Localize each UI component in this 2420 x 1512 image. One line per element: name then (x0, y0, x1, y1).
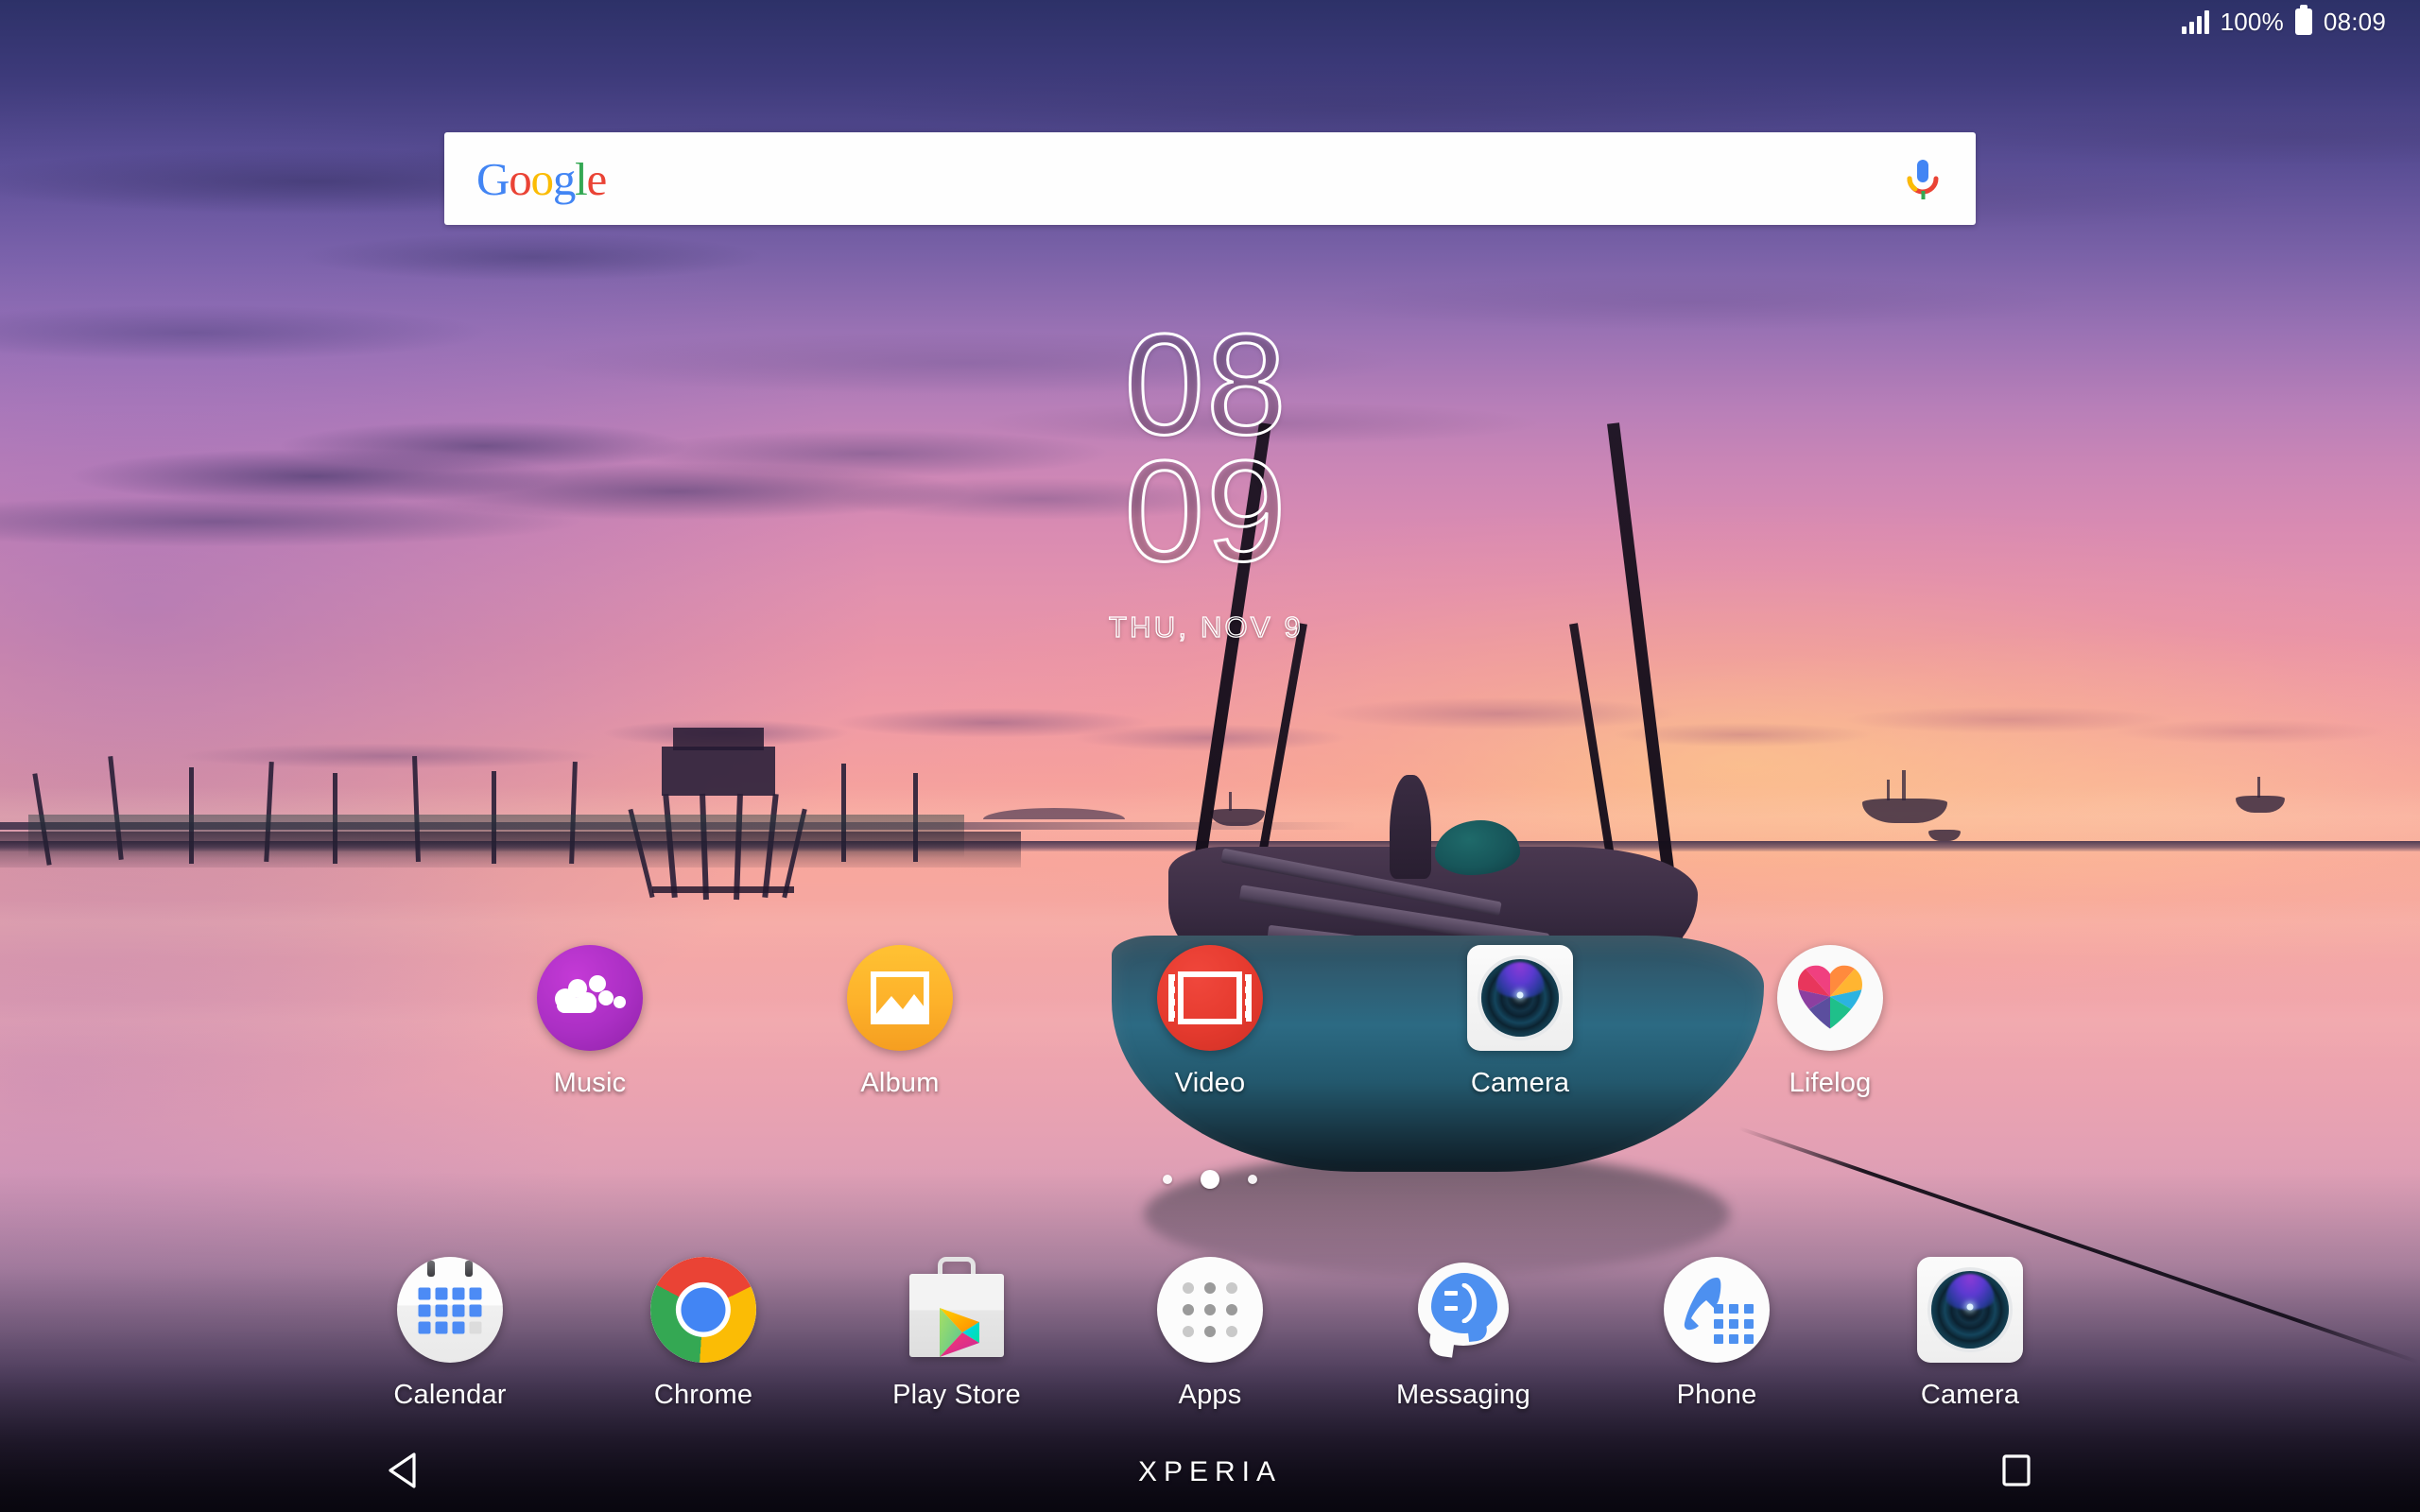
google-logo-letter: o (530, 152, 555, 205)
nav-brand-slot: XPERIA (806, 1456, 1613, 1488)
app-icon-camera[interactable]: Camera (1430, 945, 1610, 1099)
app-label: Play Store (892, 1380, 1021, 1410)
status-bar-clock: 08:09 (2323, 7, 2386, 36)
app-icon-lifelog[interactable]: Lifelog (1740, 945, 1920, 1099)
navigation-bar: XPERIA (0, 1433, 2420, 1512)
recents-square-icon[interactable] (2000, 1453, 2032, 1492)
xperia-wordmark: XPERIA (1137, 1456, 1283, 1487)
page-indicator[interactable] (0, 1170, 2420, 1189)
calendar-icon (397, 1257, 503, 1363)
message-bubble-icon (1410, 1257, 1516, 1363)
google-logo-letter: g (552, 152, 577, 205)
camera-lens-icon (1917, 1257, 2023, 1363)
dock-app-row: Calendar Chrome Play Store Apps Messagin… (0, 1257, 2420, 1411)
lifelog-heart-icon (1777, 945, 1883, 1051)
app-label: Phone (1676, 1380, 1757, 1410)
nav-back-slot (0, 1452, 806, 1494)
play-store-bag-icon (904, 1257, 1010, 1363)
google-search-widget[interactable]: Google (444, 132, 1976, 225)
home-screen: 100% 08:09 Google 08 09 THU, NOV 9 (0, 0, 2420, 1512)
walkman-music-icon (537, 945, 643, 1051)
app-icon-phone[interactable]: Phone (1627, 1257, 1806, 1411)
app-icon-messaging[interactable]: Messaging (1374, 1257, 1553, 1411)
google-logo-letter: o (509, 152, 532, 205)
camera-lens-icon (1467, 945, 1573, 1051)
google-logo-letter: l (575, 152, 588, 205)
app-label: Camera (1470, 1068, 1570, 1098)
app-label: Chrome (653, 1380, 753, 1410)
chrome-browser-icon (650, 1257, 756, 1363)
app-label: Calendar (393, 1380, 507, 1410)
signal-bars-icon (2181, 9, 2209, 34)
page-dot[interactable] (1163, 1175, 1172, 1184)
app-label: Camera (1920, 1380, 2020, 1410)
app-label: Music (553, 1068, 627, 1098)
app-label: Album (860, 1068, 940, 1098)
app-icon-apps-drawer[interactable]: Apps (1120, 1257, 1300, 1411)
google-logo-letter: e (586, 152, 608, 205)
app-icon-play-store[interactable]: Play Store (867, 1257, 1046, 1411)
google-logo: Google (476, 152, 608, 205)
page-dot-active[interactable] (1201, 1170, 1219, 1189)
app-icon-album[interactable]: Album (810, 945, 990, 1099)
nav-recents-slot (1614, 1453, 2420, 1492)
google-logo-letter: G (476, 152, 510, 205)
home-app-row: Music Album Video Camera Lifelog (0, 945, 2420, 1099)
back-triangle-icon[interactable] (384, 1452, 424, 1494)
app-drawer-grid-icon (1157, 1257, 1263, 1363)
microphone-icon[interactable] (1902, 156, 1944, 201)
app-label: Video (1174, 1068, 1246, 1098)
film-video-icon (1157, 945, 1263, 1051)
app-label: Messaging (1395, 1380, 1531, 1410)
app-icon-camera-dock[interactable]: Camera (1880, 1257, 2060, 1411)
app-icon-chrome[interactable]: Chrome (614, 1257, 793, 1411)
app-label: Lifelog (1789, 1068, 1872, 1098)
app-icon-calendar[interactable]: Calendar (360, 1257, 540, 1411)
page-dot[interactable] (1248, 1175, 1257, 1184)
app-icon-video[interactable]: Video (1120, 945, 1300, 1099)
phone-dialer-icon (1664, 1257, 1770, 1363)
battery-percent-label: 100% (2220, 7, 2284, 36)
battery-full-icon (2294, 9, 2312, 35)
photo-album-icon (847, 945, 953, 1051)
app-icon-music[interactable]: Music (500, 945, 680, 1099)
status-bar: 100% 08:09 (0, 0, 2420, 43)
app-label: Apps (1178, 1380, 1242, 1410)
